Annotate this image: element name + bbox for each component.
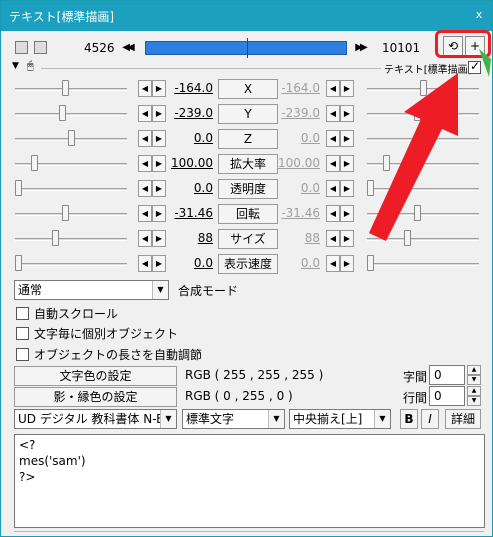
annotation-arrow-icon xyxy=(369,49,491,241)
text-object-window: テキスト[標準描画] x 4526 ◀◀ ▶▶ 10101 ⟲ + ▼ 🖱 テキ… xyxy=(0,0,493,537)
